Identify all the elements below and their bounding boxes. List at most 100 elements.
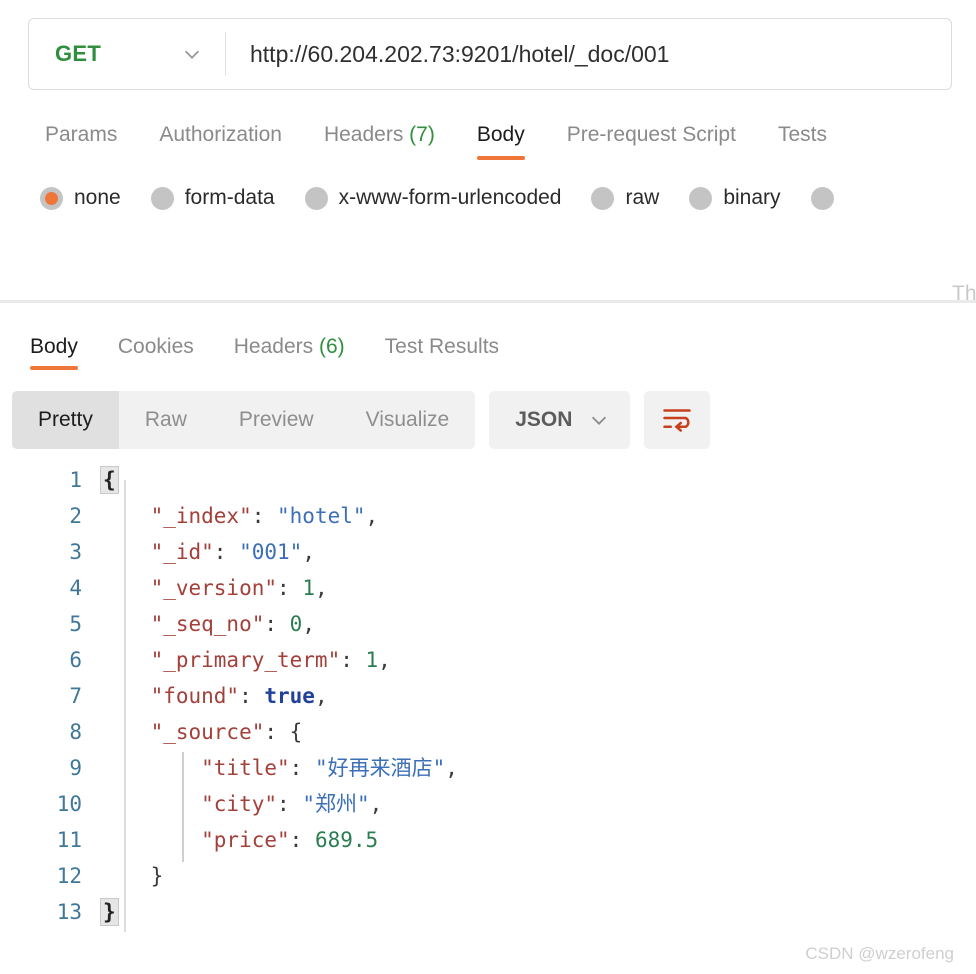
request-url-input[interactable]: http://60.204.202.73:9201/hotel/_doc/001	[226, 41, 951, 68]
view-mode-preview-label: Preview	[238, 408, 314, 431]
code-token: :	[264, 612, 290, 636]
code-line-row: 11 "price": 689.5	[0, 822, 976, 858]
view-mode-preview[interactable]: Preview	[213, 391, 340, 449]
code-line-content: {	[100, 462, 976, 498]
tab-authorization[interactable]: Authorization	[138, 123, 303, 160]
view-mode-visualize-label: Visualize	[365, 408, 450, 431]
code-line-row: 1{	[0, 462, 976, 498]
code-token: :	[251, 504, 278, 528]
tab-pre-request-script[interactable]: Pre-request Script	[546, 123, 757, 160]
code-line-content: "_source": {	[100, 714, 976, 750]
code-line-row: 5 "_seq_no": 0,	[0, 606, 976, 642]
tab-body[interactable]: Body	[456, 123, 546, 160]
tab-headers[interactable]: Headers (7)	[303, 123, 456, 160]
response-view-mode-group: Pretty Raw Preview Visualize	[12, 391, 476, 449]
response-tab-cookies[interactable]: Cookies	[98, 335, 214, 370]
view-mode-pretty[interactable]: Pretty	[12, 391, 119, 449]
code-token: :	[340, 648, 366, 672]
code-token: ,	[445, 756, 458, 780]
code-line-row: 9 "title": "好再来酒店",	[0, 750, 976, 786]
body-type-none[interactable]: none	[40, 186, 121, 210]
code-token: ,	[378, 648, 391, 672]
code-token: "title"	[100, 756, 290, 780]
radio-unselected-icon	[150, 186, 174, 210]
code-line-content: "_primary_term": 1,	[100, 642, 976, 678]
body-type-form-data[interactable]: form-data	[150, 186, 275, 210]
response-format-label: JSON	[515, 408, 573, 431]
code-token: "郑州"	[302, 792, 370, 816]
line-number: 3	[69, 540, 82, 564]
tab-authorization-label: Authorization	[159, 123, 282, 146]
code-token: "好再来酒店"	[314, 756, 446, 780]
code-token: :	[239, 684, 265, 708]
code-line-row: 2 "_index": "hotel",	[0, 498, 976, 534]
code-token: :	[277, 576, 303, 600]
response-tab-cookies-label: Cookies	[117, 335, 194, 358]
request-url-bar-container: GET http://60.204.202.73:9201/hotel/_doc…	[0, 0, 976, 98]
response-body-code[interactable]: 1{2 "_index": "hotel", 3 "_id": "001", 4 "…	[0, 462, 976, 974]
code-line-row: 10 "city": "郑州",	[0, 786, 976, 822]
code-token: :	[277, 792, 303, 816]
code-token: "_version"	[100, 576, 278, 600]
code-token: "_source"	[100, 720, 265, 744]
tab-tests-label: Tests	[777, 123, 827, 146]
line-number: 2	[69, 504, 82, 528]
body-type-binary[interactable]: binary	[689, 186, 781, 210]
response-tab-body-label: Body	[30, 335, 78, 358]
code-token: 1	[302, 576, 315, 600]
code-line-row: 3 "_id": "001",	[0, 534, 976, 570]
view-mode-raw[interactable]: Raw	[119, 391, 213, 449]
code-token: {	[100, 466, 119, 494]
code-token: ,	[302, 540, 315, 564]
tab-headers-count: (7)	[409, 123, 435, 146]
response-tab-test-results[interactable]: Test Results	[365, 335, 519, 370]
tab-body-label: Body	[476, 123, 525, 146]
line-number: 10	[56, 792, 82, 816]
line-number: 11	[56, 828, 82, 852]
code-token: 1	[365, 648, 379, 672]
tab-tests[interactable]: Tests	[757, 123, 848, 160]
code-token: ,	[314, 684, 328, 708]
tab-params-label: Params	[45, 123, 118, 146]
body-type-graphql[interactable]	[810, 186, 845, 210]
view-mode-raw-label: Raw	[144, 408, 187, 431]
word-wrap-icon	[660, 403, 694, 438]
response-tab-body[interactable]: Body	[10, 335, 98, 370]
code-line-content: }	[100, 894, 976, 930]
code-line-row: 4 "_version": 1,	[0, 570, 976, 606]
radio-unselected-icon	[810, 186, 834, 210]
code-token: }	[100, 864, 164, 888]
body-type-radio-group: none form-data x-www-form-urlencoded raw…	[0, 160, 976, 218]
response-tab-headers-label: Headers	[233, 335, 314, 358]
http-method-dropdown[interactable]: GET	[29, 19, 225, 89]
code-line-content: "_index": "hotel",	[100, 498, 976, 534]
code-token: "city"	[100, 792, 278, 816]
code-line-row: 12 }	[0, 858, 976, 894]
code-line-row: 8 "_source": {	[0, 714, 976, 750]
body-type-raw[interactable]: raw	[591, 186, 659, 210]
tab-params[interactable]: Params	[24, 123, 138, 160]
code-token: "price"	[100, 828, 290, 852]
code-line-content: "found": true,	[100, 678, 976, 714]
code-line-row: 6 "_primary_term": 1,	[0, 642, 976, 678]
code-line-content: "city": "郑州",	[100, 786, 976, 822]
code-line-content: "_id": "001",	[100, 534, 976, 570]
body-type-raw-label: raw	[625, 186, 660, 209]
code-token: "_primary_term"	[100, 648, 341, 672]
response-tab-headers[interactable]: Headers (6)	[214, 335, 365, 370]
word-wrap-toggle-button[interactable]	[644, 391, 711, 449]
code-token: :	[264, 720, 290, 744]
code-token: :	[289, 828, 315, 852]
request-tabs: Params Authorization Headers (7) Body Pr…	[0, 98, 976, 160]
view-mode-visualize[interactable]: Visualize	[340, 391, 476, 449]
body-type-x-www-form-urlencoded[interactable]: x-www-form-urlencoded	[304, 186, 561, 210]
code-line-content: "title": "好再来酒店",	[100, 750, 976, 786]
code-token: "hotel"	[277, 504, 366, 528]
response-format-dropdown[interactable]: JSON	[489, 391, 631, 449]
code-token: }	[100, 898, 119, 926]
line-number: 9	[69, 756, 82, 780]
code-token: "found"	[100, 684, 240, 708]
view-mode-pretty-label: Pretty	[38, 408, 93, 431]
line-number: 8	[69, 720, 82, 744]
radio-unselected-icon	[591, 186, 615, 210]
